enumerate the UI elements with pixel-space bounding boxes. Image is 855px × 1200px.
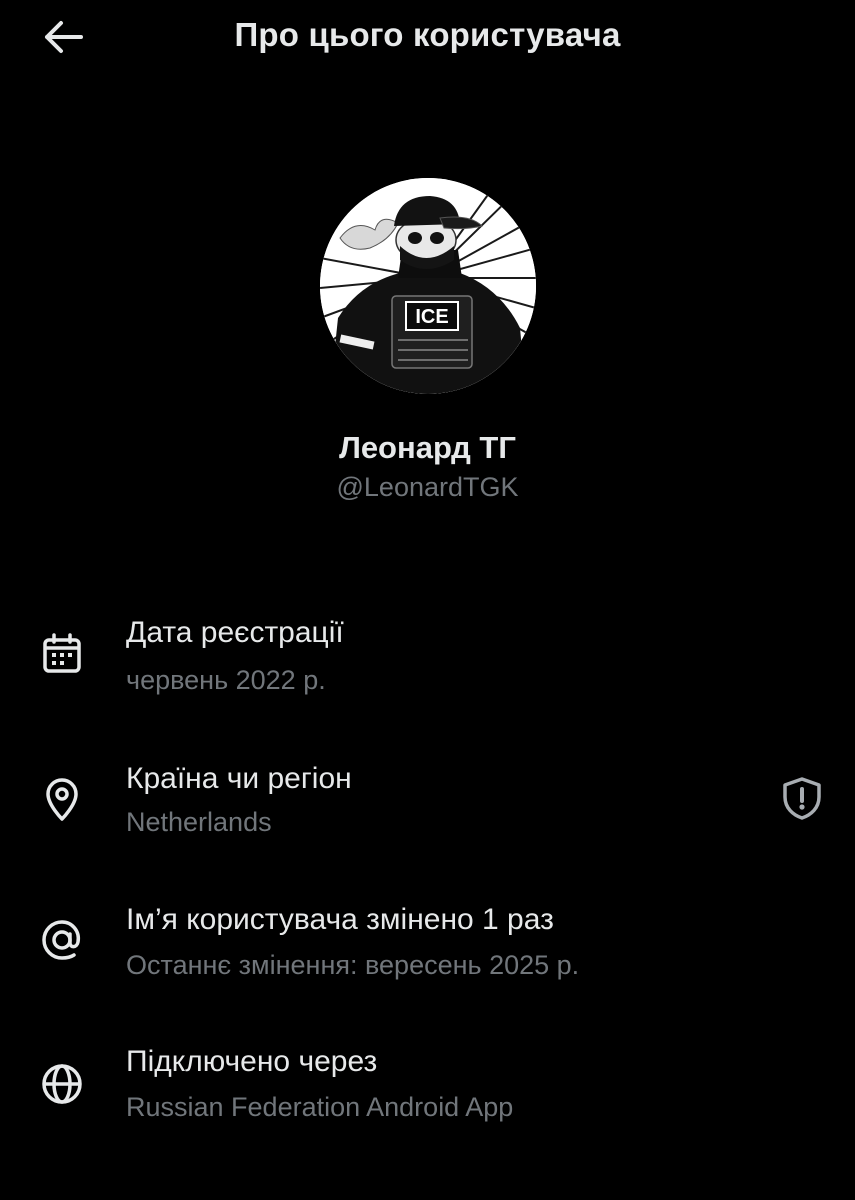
shield-alert-icon[interactable] [778, 774, 826, 822]
page-title: Про цього користувача [234, 16, 621, 53]
detail-row-join-date: Дата реєстрації червень 2022 р. [0, 612, 855, 712]
top-app-bar: Про цього користувача [0, 0, 855, 78]
location-pin-icon [38, 776, 86, 824]
detail-row-username-changes: Ім’я користувача змінено 1 раз Останнє з… [0, 900, 855, 1000]
detail-subtitle: Останнє змінення: вересень 2025 р. [126, 950, 580, 980]
detail-subtitle: Netherlands [126, 807, 272, 837]
detail-subtitle: Russian Federation Android App [126, 1092, 514, 1122]
avatar[interactable]: ICE [320, 178, 536, 394]
detail-title: Підключено через [126, 1045, 378, 1078]
detail-row-connected-via: Підключено через Russian Federation Andr… [0, 1044, 855, 1144]
detail-row-country: Країна чи регіон Netherlands [0, 758, 855, 858]
detail-title: Країна чи регіон [126, 762, 352, 795]
detail-title: Дата реєстрації [126, 616, 344, 649]
avatar-badge-text: ICE [415, 306, 448, 328]
detail-subtitle: червень 2022 р. [126, 665, 326, 695]
display-name: Леонард ТГ [339, 430, 516, 465]
at-sign-icon [38, 916, 86, 964]
avatar-image: ICE [320, 178, 536, 394]
username-handle: @LeonardTGK [336, 472, 519, 502]
detail-title: Ім’я користувача змінено 1 раз [126, 903, 554, 936]
globe-icon [38, 1060, 86, 1108]
calendar-icon [38, 630, 86, 678]
